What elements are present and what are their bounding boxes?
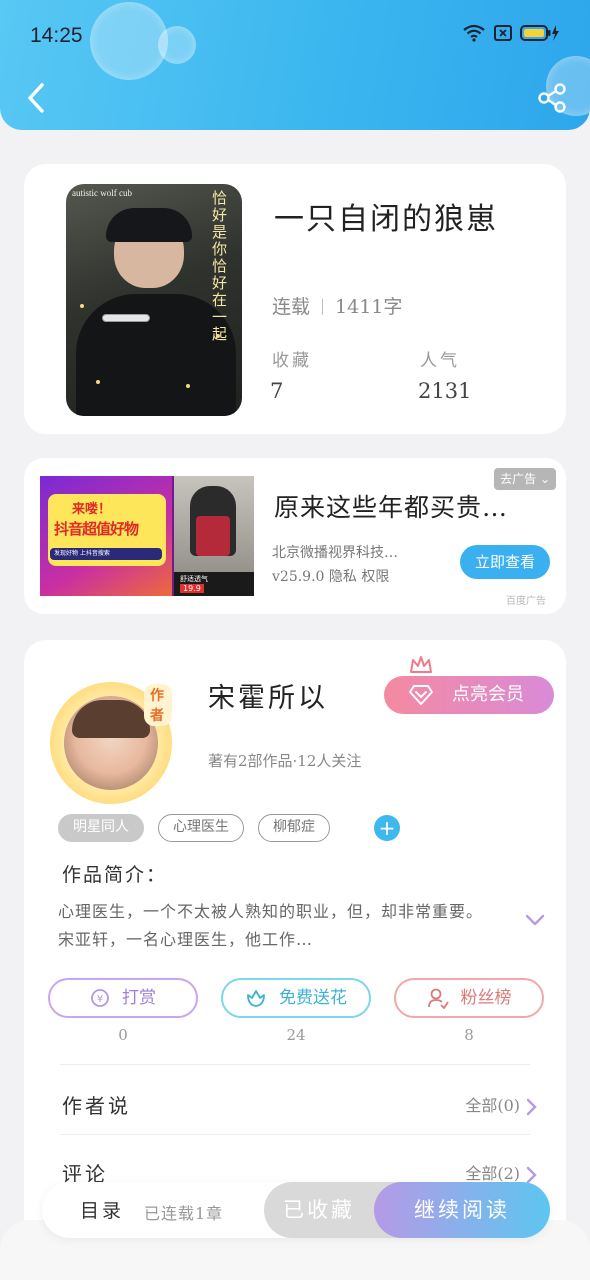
vip-button[interactable]: 点亮会员: [384, 676, 554, 714]
author-name[interactable]: 宋霍所以: [208, 676, 328, 715]
book-cover[interactable]: autistic wolf cub 恰好是你恰好在一起: [66, 184, 242, 416]
ad-image-price: 19.9: [180, 584, 204, 593]
reward-count: 0: [118, 1026, 128, 1044]
avatar-hair: [72, 700, 150, 738]
tag-item[interactable]: 心理医生: [158, 814, 244, 842]
ad-image-apron: [196, 516, 230, 556]
send-flower-button[interactable]: 免费送花: [221, 978, 371, 1018]
cover-sparkle: [186, 384, 190, 388]
chevron-right-icon: [526, 1098, 537, 1115]
fans-rank-label: 粉丝榜: [460, 988, 512, 1008]
ad-info[interactable]: v25.9.0 隐私 权限: [272, 566, 389, 586]
author-meta: 著有2部作品·12人关注: [208, 752, 362, 770]
toc-button[interactable]: 目录: [80, 1196, 124, 1223]
ad-image-text: 来喽！: [72, 502, 112, 517]
intro-text: 心理医生，一个不太被人熟知的职业，但，却非常重要。宋亚轩，一名心理医生，他工作…: [58, 902, 484, 949]
tag-item[interactable]: 柳郁症: [258, 814, 330, 842]
divider: [60, 1064, 530, 1065]
cover-sparkle: [216, 334, 220, 338]
sim-card-icon: [494, 25, 512, 41]
back-arrow-icon[interactable]: [22, 80, 52, 116]
send-flower-label: 免费送花: [279, 988, 347, 1008]
cover-shirt-tag: [102, 314, 150, 322]
author-badge: 作者: [144, 684, 172, 726]
cover-sparkle: [96, 380, 100, 384]
tag-list: 明星同人 心理医生 柳郁症 +: [58, 814, 400, 842]
cover-figure-cap: [106, 208, 192, 242]
remove-ad-label: 去广告: [500, 472, 537, 486]
share-icon[interactable]: [536, 82, 568, 114]
chevron-down-icon[interactable]: [524, 912, 546, 928]
intro-title: 作品简介：: [62, 864, 168, 886]
ad-image[interactable]: 来喽！ 抖音超值好物 发现好物 上抖音搜索 舒适透气 19.9: [40, 476, 254, 596]
continue-reading-button[interactable]: 继续阅读: [374, 1182, 550, 1238]
stat-label-collect: 收藏: [272, 351, 312, 371]
ad-image-text: 抖音超值好物: [54, 520, 139, 538]
ad-company: 北京微播视界科技…: [272, 545, 398, 561]
wifi-icon: [463, 24, 485, 42]
author-says-title: 作者说: [62, 1094, 131, 1118]
fans-count: 8: [464, 1026, 474, 1044]
status-separator: [322, 299, 324, 315]
ad-card[interactable]: 来喽！ 抖音超值好物 发现好物 上抖音搜索 舒适透气 19.9 原来这些年都买贵…: [24, 458, 566, 614]
status-time: 14:25: [30, 24, 83, 47]
coin-icon: ¥: [91, 989, 109, 1007]
divider: [60, 1134, 530, 1135]
book-info-card: autistic wolf cub 恰好是你恰好在一起 一只自闭的狼崽 连载 14…: [24, 164, 566, 434]
status-icons: [462, 24, 560, 42]
flower-count: 24: [286, 1026, 306, 1044]
reward-button[interactable]: ¥ 打赏: [48, 978, 198, 1018]
stat-value-collect: 7: [270, 379, 284, 403]
crown-icon: [410, 656, 432, 673]
tag-item[interactable]: 明星同人: [58, 814, 144, 842]
top-header: 14:25: [0, 0, 590, 130]
ad-title[interactable]: 原来这些年都买贵…: [274, 488, 508, 524]
diamond-icon: [409, 685, 433, 705]
reward-label: 打赏: [122, 988, 156, 1008]
decor-bubble: [158, 26, 196, 64]
book-status-line: 连载 1411字: [272, 292, 402, 319]
comments-all-link[interactable]: 全部(2): [465, 1160, 538, 1184]
toc-chapter-count: 已连载1章: [144, 1204, 224, 1223]
ad-image-price-bar: 舒适透气 19.9: [174, 572, 254, 596]
ad-source-label: 百度广告: [506, 596, 546, 607]
serial-status: 连载: [272, 296, 311, 318]
bottom-action-bar: 目录 已连载1章 已收藏 继续阅读: [42, 1182, 550, 1238]
cover-text-side: 恰好是你恰好在一起: [212, 189, 228, 343]
book-title: 一只自闭的狼崽: [274, 202, 498, 237]
flower-icon: [247, 990, 265, 1007]
user-icon: [427, 988, 449, 1009]
chevron-right-icon: [526, 1166, 537, 1183]
decor-bubble: [90, 2, 168, 80]
ad-image-text: 发现好物 上抖音搜索: [50, 548, 162, 560]
stat-label-popularity: 人气: [420, 351, 460, 371]
author-says-all-link[interactable]: 全部(0): [465, 1092, 538, 1116]
word-count: 1411字: [335, 296, 403, 318]
battery-charging-icon: [520, 25, 559, 41]
ad-view-button[interactable]: 立即查看: [460, 545, 550, 579]
svg-text:¥: ¥: [97, 994, 103, 1005]
ad-image-text: 舒适透气: [180, 575, 208, 583]
comments-all-label: 全部(2): [465, 1164, 520, 1183]
vip-button-label: 点亮会员: [452, 684, 524, 705]
remove-ad-button[interactable]: 去广告 ⌄: [494, 468, 556, 490]
cover-text-top: autistic wolf cub: [72, 188, 132, 198]
author-avatar-frame[interactable]: 作者: [50, 682, 172, 804]
add-tag-button[interactable]: +: [374, 815, 400, 841]
stat-value-popularity: 2131: [418, 379, 472, 403]
cover-sparkle: [80, 304, 84, 308]
collected-label: 已收藏: [283, 1198, 355, 1222]
author-says-all-label: 全部(0): [465, 1096, 520, 1115]
fans-rank-button[interactable]: 粉丝榜: [394, 978, 544, 1018]
